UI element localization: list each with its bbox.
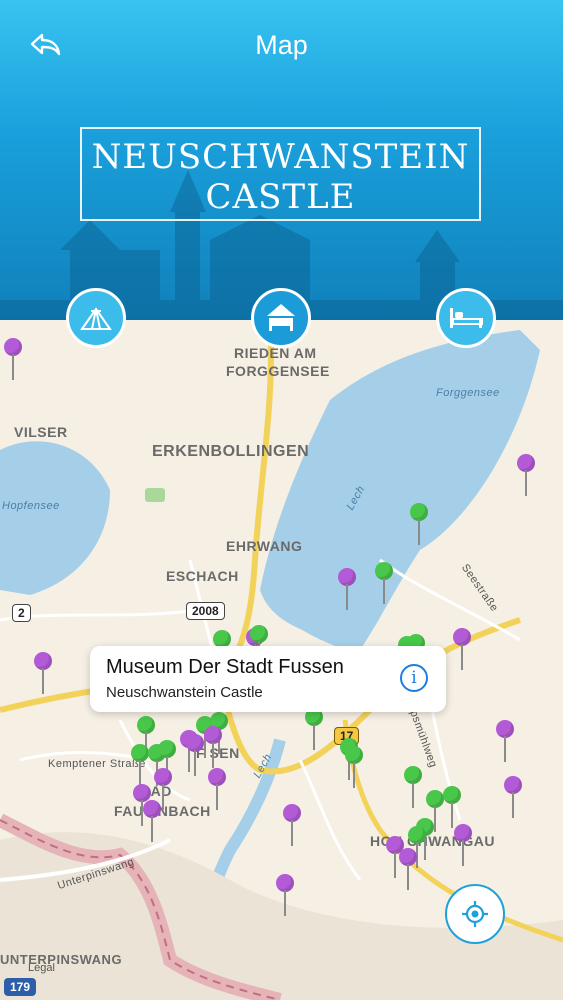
map-pin[interactable] <box>338 568 356 612</box>
map-pin[interactable] <box>34 652 52 696</box>
place-label: EHRWANG <box>226 538 303 554</box>
map-pin[interactable] <box>283 804 301 848</box>
road-shield: 2 <box>12 604 31 622</box>
place-label: ERKENBOLLINGEN <box>152 443 310 460</box>
map-pin[interactable] <box>143 800 161 844</box>
bed-icon <box>267 304 295 331</box>
map-pin[interactable] <box>131 744 149 788</box>
map-pin[interactable] <box>410 503 428 547</box>
hotel-bed-icon <box>450 308 483 328</box>
map-pin[interactable] <box>345 746 363 790</box>
map-pin[interactable] <box>305 708 323 752</box>
lake-label: Forggensee <box>436 387 500 399</box>
header-banner: Map NEUSCHWANSTEIN CASTLE <box>0 0 563 330</box>
map-pin[interactable] <box>504 776 522 820</box>
place-label: FORGGENSEE <box>226 363 330 379</box>
banner-title-line1: NEUSCHWANSTEIN <box>91 137 470 177</box>
map-pin[interactable] <box>204 726 222 770</box>
place-label: VILSER <box>14 424 68 440</box>
place-label: ESCHACH <box>166 568 239 584</box>
legal-link[interactable]: Legal <box>28 962 55 974</box>
road-shield: 2008 <box>186 602 225 620</box>
banner-title: NEUSCHWANSTEIN CASTLE <box>80 127 481 221</box>
category-hotel-button[interactable] <box>436 288 496 348</box>
map-pin[interactable] <box>276 874 294 918</box>
map-pin[interactable] <box>454 824 472 868</box>
map-pin[interactable] <box>208 768 226 812</box>
callout-title: Museum Der Stadt Fussen <box>106 656 344 678</box>
crosshair-icon <box>462 901 488 927</box>
map-pin[interactable] <box>404 766 422 810</box>
category-camping-button[interactable] <box>66 288 126 348</box>
map-pin[interactable] <box>399 848 417 892</box>
callout-subtitle: Neuschwanstein Castle <box>106 684 263 701</box>
banner-title-line2: CASTLE <box>205 177 356 217</box>
info-icon[interactable]: i <box>400 664 428 692</box>
map-callout[interactable]: Museum Der Stadt Fussen Neuschwanstein C… <box>90 646 446 712</box>
map-pin[interactable] <box>453 628 471 672</box>
map-pin[interactable] <box>4 338 22 382</box>
tent-icon <box>80 307 112 330</box>
nav-title: Map <box>255 30 308 60</box>
map-pin[interactable] <box>375 562 393 606</box>
lake-label: Hopfensee <box>2 500 60 512</box>
category-lodging-button[interactable] <box>251 288 311 348</box>
map-pin[interactable] <box>496 720 514 764</box>
place-label: UNTERPINSWANG <box>0 952 123 967</box>
locate-me-button[interactable] <box>445 884 505 944</box>
road-shield: 179 <box>4 978 37 996</box>
map-pin[interactable] <box>517 454 535 498</box>
